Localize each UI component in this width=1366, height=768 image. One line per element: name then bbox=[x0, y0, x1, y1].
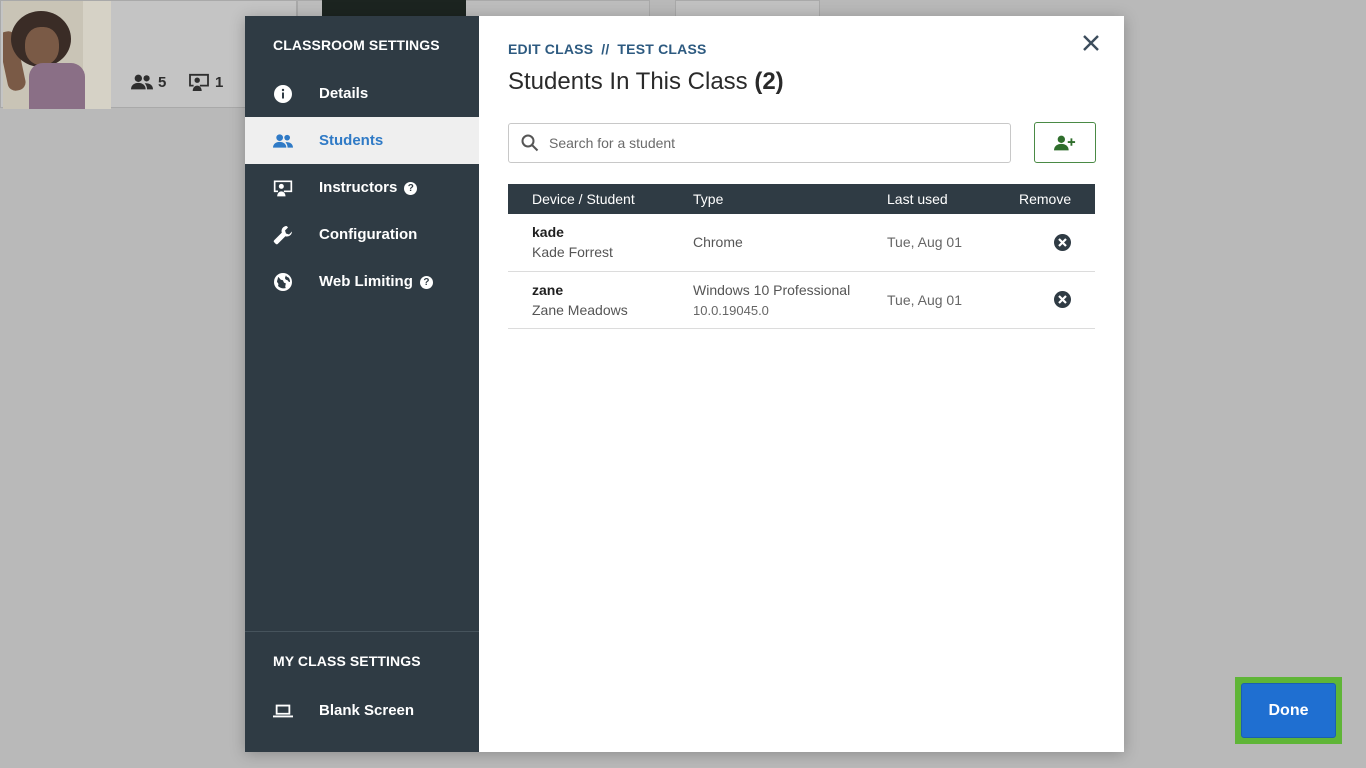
sidebar-heading: CLASSROOM SETTINGS bbox=[273, 37, 440, 53]
last-used-cell: Tue, Aug 01 bbox=[887, 271, 1019, 328]
globe-icon bbox=[273, 272, 293, 292]
my-class-settings-section: MY CLASS SETTINGS Blank Screen bbox=[245, 631, 479, 752]
close-icon bbox=[1058, 237, 1067, 247]
breadcrumb-class-name: TEST CLASS bbox=[617, 41, 707, 57]
students-panel: EDIT CLASS // TEST CLASS Students In This … bbox=[479, 16, 1342, 752]
search-icon bbox=[521, 134, 539, 152]
page-title: Students In This Class (2) bbox=[508, 68, 784, 96]
classroom-settings-modal: CLASSROOM SETTINGS Details Students Inst… bbox=[245, 16, 1342, 752]
device-type: Windows 10 Professional bbox=[693, 281, 851, 298]
breadcrumb-edit-class[interactable]: EDIT CLASS bbox=[508, 41, 593, 57]
sidebar-item-web-limiting[interactable]: Web Limiting ? bbox=[245, 258, 479, 305]
sidebar-item-configuration[interactable]: Configuration bbox=[245, 211, 479, 258]
remove-student-button[interactable] bbox=[1054, 233, 1071, 251]
column-header-type[interactable]: Type bbox=[693, 184, 887, 214]
device-name: zane bbox=[532, 281, 564, 298]
people-icon bbox=[131, 74, 153, 90]
settings-sidebar: CLASSROOM SETTINGS Details Students Inst… bbox=[245, 16, 479, 752]
last-used-date: Tue, Aug 01 bbox=[887, 234, 962, 251]
page-title-text: Students In This Class bbox=[508, 68, 748, 95]
instructor-icon bbox=[189, 73, 209, 91]
type-cell: Chrome bbox=[693, 214, 887, 271]
wrench-icon bbox=[273, 225, 293, 245]
help-icon[interactable]: ? bbox=[404, 182, 418, 195]
info-icon bbox=[273, 84, 293, 104]
sidebar-item-label: Web Limiting bbox=[319, 273, 413, 290]
my-class-settings-heading: MY CLASS SETTINGS bbox=[273, 653, 421, 669]
sidebar-item-label: Blank Screen bbox=[319, 702, 415, 719]
close-button[interactable] bbox=[1080, 32, 1102, 54]
search-input[interactable] bbox=[549, 135, 1010, 151]
done-button[interactable]: Done bbox=[1241, 683, 1336, 738]
table-row: zane Zane Meadows Windows 10 Professiona… bbox=[508, 271, 1095, 328]
chalkboard-thumbnail bbox=[322, 0, 466, 16]
student-search bbox=[508, 123, 1011, 163]
class-thumbnail bbox=[3, 1, 111, 109]
device-type: Chrome bbox=[693, 234, 743, 251]
student-count-stat: 5 bbox=[131, 73, 166, 91]
last-used-cell: Tue, Aug 01 bbox=[887, 214, 1019, 271]
sidebar-item-label: Configuration bbox=[319, 226, 418, 243]
instructor-count-stat: 1 bbox=[188, 73, 223, 91]
remove-cell bbox=[1019, 271, 1095, 328]
table-row: kade Kade Forrest Chrome Tue, Aug 01 bbox=[508, 214, 1095, 271]
sidebar-item-label: Details bbox=[319, 85, 369, 102]
column-header-remove: Remove bbox=[1019, 191, 1072, 207]
table-header-row: Device / Student Type Last used Remove bbox=[508, 184, 1095, 214]
student-name: Kade Forrest bbox=[532, 244, 613, 261]
student-count: 5 bbox=[158, 73, 167, 91]
remove-cell bbox=[1019, 214, 1095, 271]
students-table: Device / Student Type Last used Remove k… bbox=[508, 184, 1095, 329]
add-user-icon bbox=[1054, 135, 1076, 150]
column-header-last-used[interactable]: Last used bbox=[887, 184, 1019, 214]
close-icon bbox=[1083, 35, 1099, 51]
type-cell: Windows 10 Professional 10.0.19045.0 bbox=[693, 271, 887, 328]
close-icon bbox=[1058, 295, 1067, 304]
last-used-date: Tue, Aug 01 bbox=[887, 291, 962, 308]
device-student-cell: zane Zane Meadows bbox=[508, 271, 693, 328]
done-button-highlight: Done bbox=[1235, 677, 1342, 744]
sidebar-item-label: Instructors bbox=[319, 179, 398, 196]
breadcrumb: EDIT CLASS // TEST CLASS bbox=[508, 41, 707, 57]
device-student-cell: kade Kade Forrest bbox=[508, 214, 693, 271]
instructor-icon bbox=[273, 178, 293, 198]
sidebar-item-blank-screen[interactable]: Blank Screen bbox=[245, 687, 479, 734]
laptop-icon bbox=[273, 701, 293, 721]
people-icon bbox=[273, 131, 293, 151]
sidebar-item-students[interactable]: Students bbox=[245, 117, 479, 164]
breadcrumb-separator: // bbox=[601, 41, 610, 57]
instructor-count: 1 bbox=[215, 73, 224, 91]
remove-student-button[interactable] bbox=[1054, 291, 1071, 308]
help-icon[interactable]: ? bbox=[419, 276, 433, 289]
device-type-version: 10.0.19045.0 bbox=[693, 302, 769, 318]
column-header-device-student[interactable]: Device / Student bbox=[508, 184, 693, 214]
student-name: Zane Meadows bbox=[532, 301, 628, 318]
device-name: kade bbox=[532, 224, 564, 241]
sidebar-item-label: Students bbox=[319, 132, 384, 149]
add-student-button[interactable] bbox=[1034, 122, 1096, 163]
sidebar-item-instructors[interactable]: Instructors ? bbox=[245, 164, 479, 211]
sidebar-item-details[interactable]: Details bbox=[245, 70, 479, 117]
student-count-badge: (2) bbox=[754, 68, 784, 95]
